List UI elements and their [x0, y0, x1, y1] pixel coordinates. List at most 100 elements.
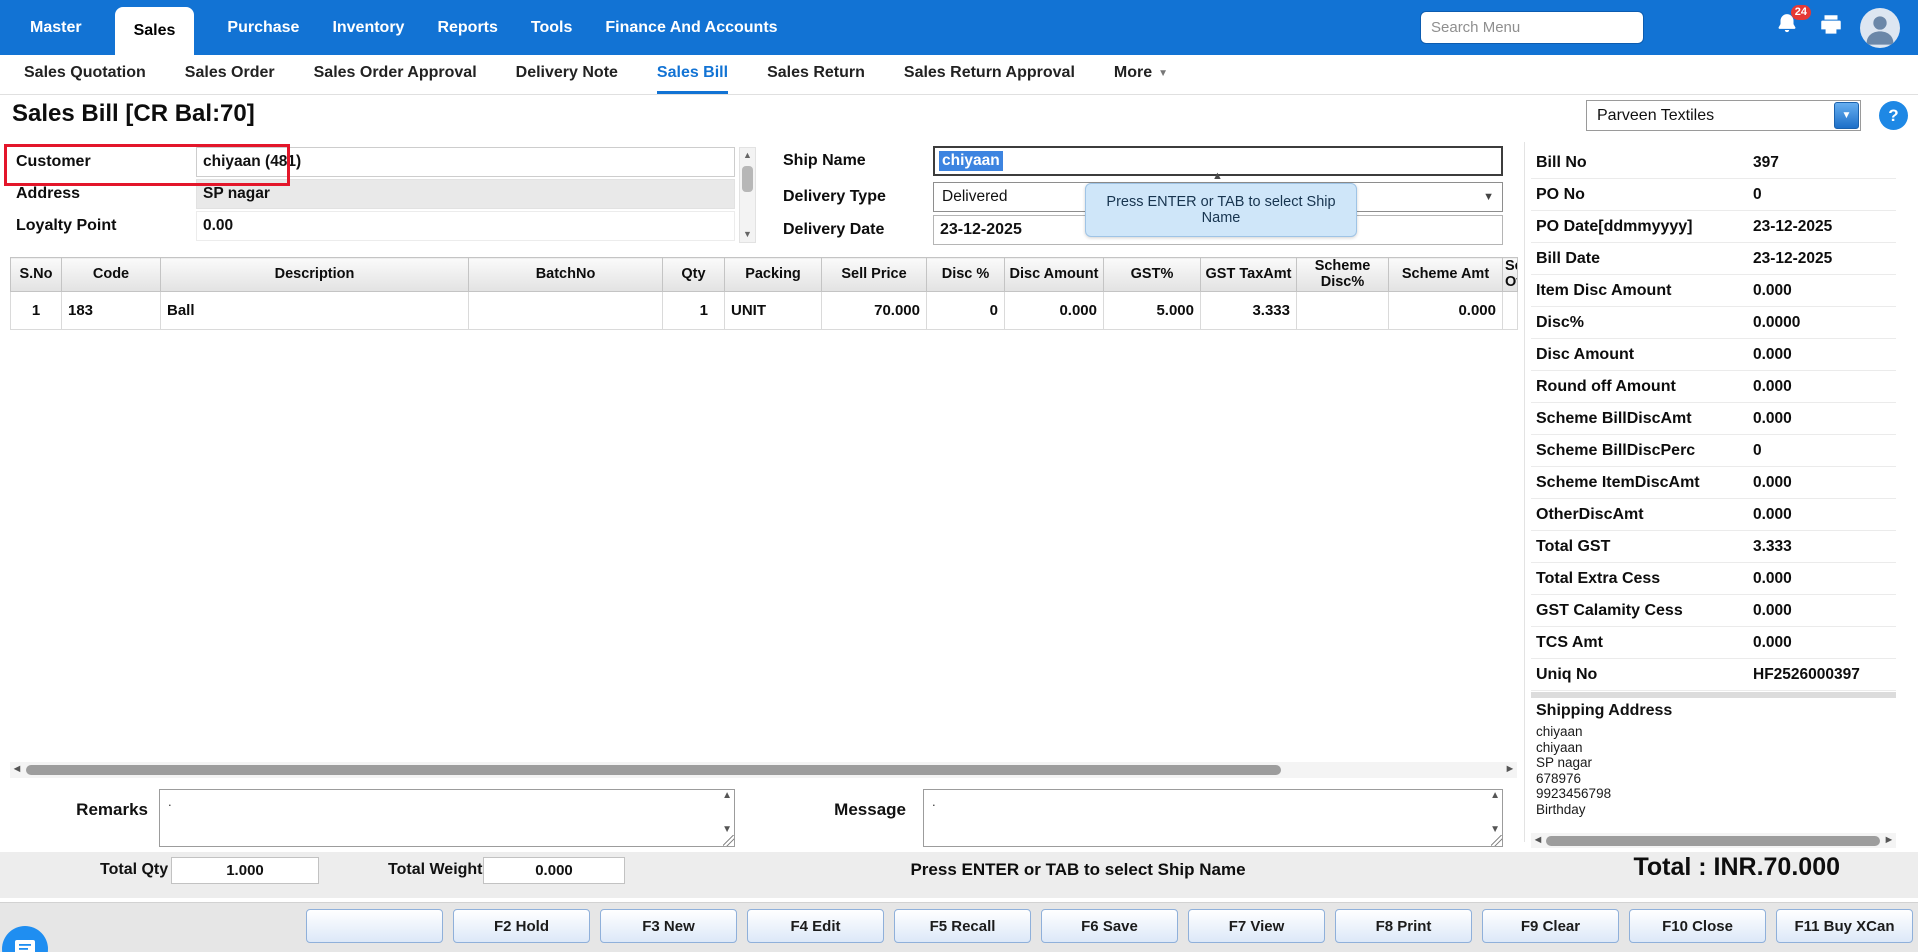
message-textarea[interactable]: . ▲ ▼ — [923, 789, 1503, 847]
summary-row: Total Extra Cess 0.000 — [1531, 563, 1896, 595]
f7-view-button[interactable]: F7 View — [1188, 909, 1325, 943]
summary-row: PO Date[ddmmyyyy] 23-12-2025 — [1531, 211, 1896, 243]
f6-save-button[interactable]: F6 Save — [1041, 909, 1178, 943]
cell-batchno[interactable] — [468, 291, 663, 330]
scrollbar-thumb[interactable] — [26, 765, 1281, 775]
resize-grip-icon[interactable] — [723, 835, 734, 846]
menu-inventory[interactable]: Inventory — [332, 19, 404, 37]
summary-row: Bill No 397 — [1531, 147, 1896, 179]
user-icon — [1866, 15, 1894, 45]
f5-recall-button[interactable]: F5 Recall — [894, 909, 1031, 943]
scrollbar-thumb[interactable] — [1546, 836, 1880, 846]
total-qty-label: Total Qty — [100, 861, 169, 878]
scroll-down-icon[interactable]: ▼ — [1490, 824, 1500, 835]
summary-label: OtherDiscAmt — [1536, 505, 1644, 523]
scroll-up-icon[interactable]: ▲ — [1490, 790, 1500, 801]
menu-master[interactable]: Master — [30, 19, 82, 37]
summary-value: 3.333 — [1753, 537, 1792, 555]
menu-finance-and-accounts[interactable]: Finance And Accounts — [605, 19, 777, 37]
f4-edit-button[interactable]: F4 Edit — [747, 909, 884, 943]
grid-hscrollbar[interactable]: ◄ ► — [10, 762, 1517, 778]
total-qty-field[interactable]: 1.000 — [171, 857, 319, 884]
summary-label: Scheme ItemDiscAmt — [1536, 473, 1700, 491]
scroll-up-icon[interactable]: ▲ — [722, 790, 732, 801]
summary-value: 0.000 — [1753, 281, 1792, 299]
tab-sales-return-approval[interactable]: Sales Return Approval — [904, 55, 1075, 94]
print-button[interactable] — [1818, 12, 1844, 43]
section-divider — [1531, 692, 1896, 698]
summary-label: Scheme BillDiscAmt — [1536, 409, 1692, 427]
delivery-type-label: Delivery Type — [783, 188, 886, 205]
f9-clear-button[interactable]: F9 Clear — [1482, 909, 1619, 943]
scrollbar-thumb[interactable] — [742, 166, 753, 192]
f11-buy-button[interactable]: F11 Buy XCan — [1776, 909, 1913, 943]
tab-sales-quotation[interactable]: Sales Quotation — [24, 55, 146, 94]
cell-sch-ot[interactable] — [1502, 291, 1518, 330]
chevron-down-icon: ▼ — [1841, 110, 1852, 121]
tab-sales-bill[interactable]: Sales Bill — [656, 55, 729, 94]
company-name: Parveen Textiles — [1597, 106, 1715, 124]
summary-value: 0.000 — [1753, 345, 1792, 363]
summary-row: Scheme BillDiscAmt 0.000 — [1531, 403, 1896, 435]
scroll-right-icon[interactable]: ► — [1882, 834, 1896, 846]
loyalty-point-field[interactable]: 0.00 — [196, 211, 735, 241]
cell-disc-pct[interactable]: 0 — [926, 291, 1005, 330]
customer-scrollbar[interactable]: ▲ ▼ — [739, 147, 756, 243]
company-selector[interactable]: Parveen Textiles ▼ — [1586, 100, 1861, 131]
summary-row: Scheme BillDiscPerc 0 — [1531, 435, 1896, 467]
scroll-left-icon[interactable]: ◄ — [10, 763, 24, 775]
cell-sno[interactable]: 1 — [10, 291, 62, 330]
summary-label: Total GST — [1536, 537, 1611, 555]
resize-grip-icon[interactable] — [1491, 835, 1502, 846]
menu-purchase[interactable]: Purchase — [227, 19, 299, 37]
notifications-button[interactable]: 24 — [1774, 5, 1811, 43]
scroll-up-icon[interactable]: ▲ — [740, 148, 755, 163]
avatar[interactable] — [1860, 7, 1900, 48]
cell-sell-price[interactable]: 70.000 — [821, 291, 927, 330]
tab-sales-return[interactable]: Sales Return — [767, 55, 865, 94]
cell-gst-taxamt[interactable]: 3.333 — [1200, 291, 1297, 330]
summary-row: Disc Amount 0.000 — [1531, 339, 1896, 371]
cell-disc-amount[interactable]: 0.000 — [1004, 291, 1104, 330]
shipping-address: chiyaan chiyaan SP nagar 678976 99234567… — [1536, 724, 1611, 817]
menu-reports[interactable]: Reports — [437, 19, 497, 37]
f8-print-button[interactable]: F8 Print — [1335, 909, 1472, 943]
total-weight-field[interactable]: 0.000 — [483, 857, 625, 884]
menu-tools[interactable]: Tools — [531, 19, 572, 37]
menu-sales[interactable]: Sales — [114, 7, 195, 55]
search-input[interactable] — [1420, 11, 1644, 44]
tab-sales-order-approval[interactable]: Sales Order Approval — [314, 55, 477, 94]
col-scheme-disc: Scheme Disc% — [1296, 257, 1389, 292]
scroll-right-icon[interactable]: ► — [1503, 763, 1517, 775]
summary-label: Uniq No — [1536, 665, 1598, 683]
col-code: Code — [61, 257, 161, 292]
summary-label: Disc Amount — [1536, 345, 1635, 363]
summary-value: 0 — [1753, 441, 1762, 459]
cell-scheme-disc[interactable] — [1296, 291, 1389, 330]
f1-button[interactable] — [306, 909, 443, 943]
cell-scheme-amt[interactable]: 0.000 — [1388, 291, 1503, 330]
remarks-textarea[interactable]: . ▲ ▼ — [159, 789, 735, 847]
f10-close-button[interactable]: F10 Close — [1629, 909, 1766, 943]
summary-row: Round off Amount 0.000 — [1531, 371, 1896, 403]
scroll-left-icon[interactable]: ◄ — [1531, 834, 1545, 846]
scroll-down-icon[interactable]: ▼ — [740, 227, 755, 242]
help-button[interactable]: ? — [1879, 101, 1908, 130]
scroll-down-icon[interactable]: ▼ — [722, 824, 732, 835]
cell-code[interactable]: 183 — [61, 291, 161, 330]
f2-hold-button[interactable]: F2 Hold — [453, 909, 590, 943]
tab-delivery-note[interactable]: Delivery Note — [516, 55, 618, 94]
tab-more[interactable]: More ▼ — [1114, 55, 1168, 94]
main-menu: Master Sales Purchase Inventory Reports … — [0, 0, 811, 55]
f3-new-button[interactable]: F3 New — [600, 909, 737, 943]
tab-sales-order[interactable]: Sales Order — [185, 55, 275, 94]
cell-qty[interactable]: 1 — [662, 291, 725, 330]
cell-packing[interactable]: UNIT — [724, 291, 822, 330]
cell-gst-pct[interactable]: 5.000 — [1103, 291, 1201, 330]
summary-label: GST Calamity Cess — [1536, 601, 1683, 619]
cell-description[interactable]: Ball — [160, 291, 469, 330]
delivery-type-value: Delivered — [942, 188, 1008, 205]
address-label: Address — [16, 185, 81, 202]
company-dropdown-button[interactable]: ▼ — [1834, 102, 1859, 129]
panel-hscrollbar[interactable]: ◄ ► — [1531, 833, 1896, 848]
